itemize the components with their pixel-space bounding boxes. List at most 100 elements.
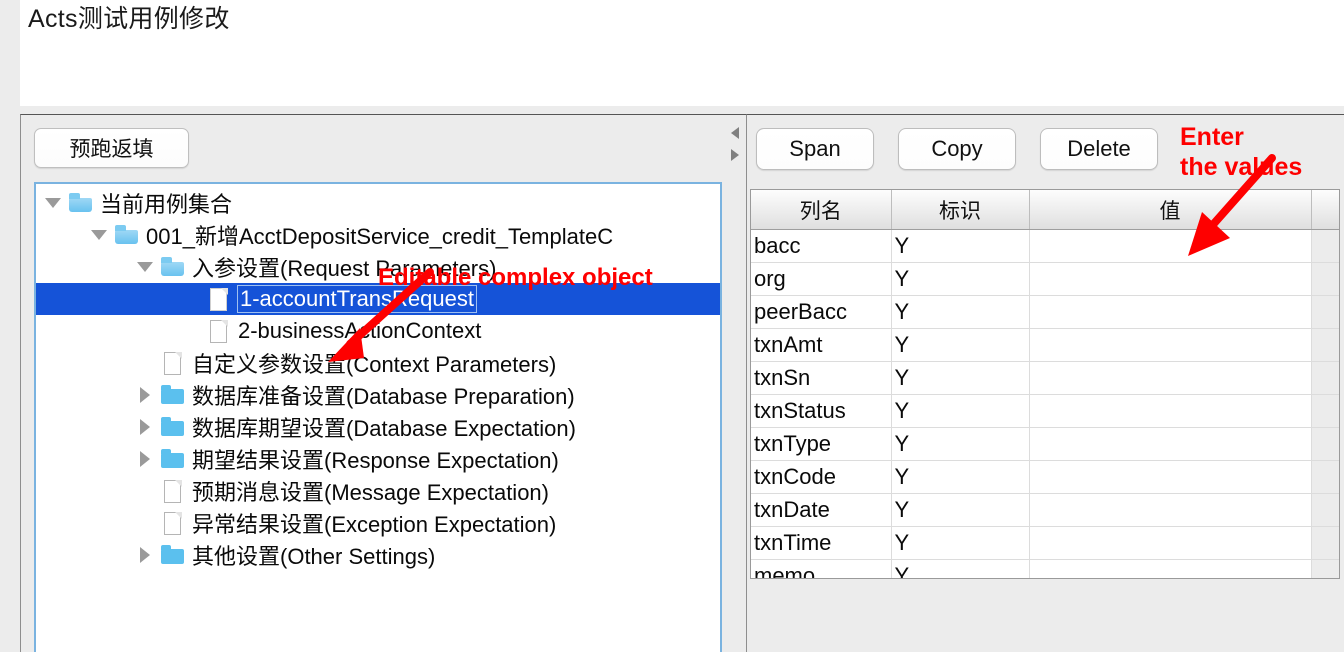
folder-icon — [66, 187, 96, 219]
chevron-right-icon[interactable] — [132, 443, 158, 475]
table-row[interactable]: txnTime Y — [751, 526, 1339, 560]
cell-flag[interactable]: Y — [891, 295, 1030, 329]
cell-flag[interactable]: Y — [891, 526, 1030, 560]
column-header-flag[interactable]: 标识 — [891, 190, 1030, 230]
tree-item-label: 当前用例集合 — [100, 192, 233, 217]
column-header-filler — [1311, 190, 1339, 230]
table-row[interactable]: txnStatus Y — [751, 394, 1339, 428]
tree-item-label: 期望结果设置(Response Expectation) — [192, 448, 559, 473]
table-row[interactable]: txnType Y — [751, 427, 1339, 461]
cell-column-name[interactable]: txnAmt — [751, 328, 892, 362]
tree-item[interactable]: 001_新增AcctDepositService_credit_Template… — [36, 219, 720, 251]
cell-flag[interactable]: Y — [891, 427, 1030, 461]
copy-button[interactable]: Copy — [898, 128, 1016, 170]
twisty-glyph — [183, 299, 199, 300]
cell-value[interactable] — [1029, 394, 1312, 428]
tree-item[interactable]: 其他设置(Other Settings) — [36, 539, 720, 571]
cell-filler — [1311, 328, 1339, 362]
cell-column-name[interactable]: txnDate — [751, 493, 892, 527]
cell-column-name[interactable]: txnCode — [751, 460, 892, 494]
parameter-table[interactable]: 列名 标识 值 bacc Yorg YpeerBacc YtxnAmt YtxnSn Yt… — [750, 189, 1340, 579]
cell-flag[interactable]: Y — [891, 229, 1030, 263]
cell-value[interactable] — [1029, 229, 1312, 263]
parameter-toolbar: Span Copy Delete — [756, 128, 1158, 170]
panel-splitter[interactable] — [726, 114, 746, 652]
page-title: Acts测试用例修改 — [28, 5, 230, 33]
cell-filler — [1311, 493, 1339, 527]
cell-value[interactable] — [1029, 493, 1312, 527]
cell-column-name[interactable]: txnType — [751, 427, 892, 461]
cell-value[interactable] — [1029, 295, 1312, 329]
cell-column-name[interactable]: peerBacc — [751, 295, 892, 329]
table-row[interactable]: peerBacc Y — [751, 295, 1339, 329]
cell-flag[interactable]: Y — [891, 460, 1030, 494]
delete-button[interactable]: Delete — [1040, 128, 1158, 170]
tree-item[interactable]: 自定义参数设置(Context Parameters) — [36, 347, 720, 379]
table-row[interactable]: memo Y — [751, 559, 1339, 578]
cell-column-name[interactable]: txnSn — [751, 361, 892, 395]
cell-column-name[interactable]: memo — [751, 559, 892, 578]
case-tree-body: 当前用例集合 001_新增AcctDepositService_credit_Te… — [36, 184, 720, 652]
tree-item[interactable]: 入参设置(Request Parameters) — [36, 251, 720, 283]
cell-column-name[interactable]: bacc — [751, 229, 892, 263]
triangle-left-icon[interactable] — [731, 127, 739, 139]
tree-item-label: 自定义参数设置(Context Parameters) — [192, 352, 557, 377]
cell-value[interactable] — [1029, 559, 1312, 578]
cell-column-name[interactable]: txnTime — [751, 526, 892, 560]
tree-item[interactable]: 异常结果设置(Exception Expectation) — [36, 507, 720, 539]
cell-value[interactable] — [1029, 460, 1312, 494]
cell-flag[interactable]: Y — [891, 328, 1030, 362]
tree-item[interactable]: 期望结果设置(Response Expectation) — [36, 443, 720, 475]
file-icon — [204, 315, 234, 347]
tree-spacer — [178, 283, 204, 315]
cell-flag[interactable]: Y — [891, 559, 1030, 578]
cell-column-name[interactable]: org — [751, 262, 892, 296]
cell-value[interactable] — [1029, 328, 1312, 362]
cell-filler — [1311, 262, 1339, 296]
chevron-down-icon[interactable] — [86, 219, 112, 251]
cell-filler — [1311, 361, 1339, 395]
twisty-glyph — [140, 419, 150, 435]
cell-value[interactable] — [1029, 526, 1312, 560]
cell-value[interactable] — [1029, 262, 1312, 296]
tree-item-label: 预期消息设置(Message Expectation) — [192, 480, 549, 505]
span-button[interactable]: Span — [756, 128, 874, 170]
table-row[interactable]: txnDate Y — [751, 493, 1339, 527]
column-header-name[interactable]: 列名 — [751, 190, 892, 230]
cell-flag[interactable]: Y — [891, 493, 1030, 527]
cell-flag[interactable]: Y — [891, 262, 1030, 296]
chevron-right-icon[interactable] — [132, 539, 158, 571]
tree-item-label: 异常结果设置(Exception Expectation) — [192, 512, 557, 537]
tree-item-label: 2-businessActionContext — [238, 318, 482, 343]
tree-item[interactable]: 数据库期望设置(Database Expectation) — [36, 411, 720, 443]
tree-item[interactable]: 当前用例集合 — [36, 187, 720, 219]
table-header-row: 列名 标识 值 — [751, 190, 1339, 230]
tree-item[interactable]: 2-businessActionContext — [36, 315, 720, 347]
table-row[interactable]: txnSn Y — [751, 361, 1339, 395]
triangle-right-icon[interactable] — [731, 149, 739, 161]
table-body: bacc Yorg YpeerBacc YtxnAmt YtxnSn YtxnStatus… — [751, 229, 1339, 578]
tree-item[interactable]: 预期消息设置(Message Expectation) — [36, 475, 720, 507]
tree-item[interactable]: 数据库准备设置(Database Preparation) — [36, 379, 720, 411]
folder-icon — [158, 251, 188, 283]
tree-item[interactable]: 1-accountTransRequest — [36, 283, 720, 315]
file-icon — [158, 475, 188, 507]
chevron-down-icon[interactable] — [132, 251, 158, 283]
chevron-right-icon[interactable] — [132, 411, 158, 443]
prerun-backfill-button[interactable]: 预跑返填 — [34, 128, 189, 168]
table-row[interactable]: org Y — [751, 262, 1339, 296]
file-icon — [204, 283, 234, 315]
cell-value[interactable] — [1029, 427, 1312, 461]
chevron-down-icon[interactable] — [40, 187, 66, 219]
chevron-right-icon[interactable] — [132, 379, 158, 411]
cell-column-name[interactable]: txnStatus — [751, 394, 892, 428]
column-header-value[interactable]: 值 — [1029, 190, 1312, 230]
cell-filler — [1311, 427, 1339, 461]
cell-value[interactable] — [1029, 361, 1312, 395]
table-row[interactable]: bacc Y — [751, 229, 1339, 263]
table-row[interactable]: txnCode Y — [751, 460, 1339, 494]
case-tree[interactable]: 当前用例集合 001_新增AcctDepositService_credit_Te… — [34, 182, 722, 652]
table-row[interactable]: txnAmt Y — [751, 328, 1339, 362]
cell-flag[interactable]: Y — [891, 394, 1030, 428]
cell-flag[interactable]: Y — [891, 361, 1030, 395]
